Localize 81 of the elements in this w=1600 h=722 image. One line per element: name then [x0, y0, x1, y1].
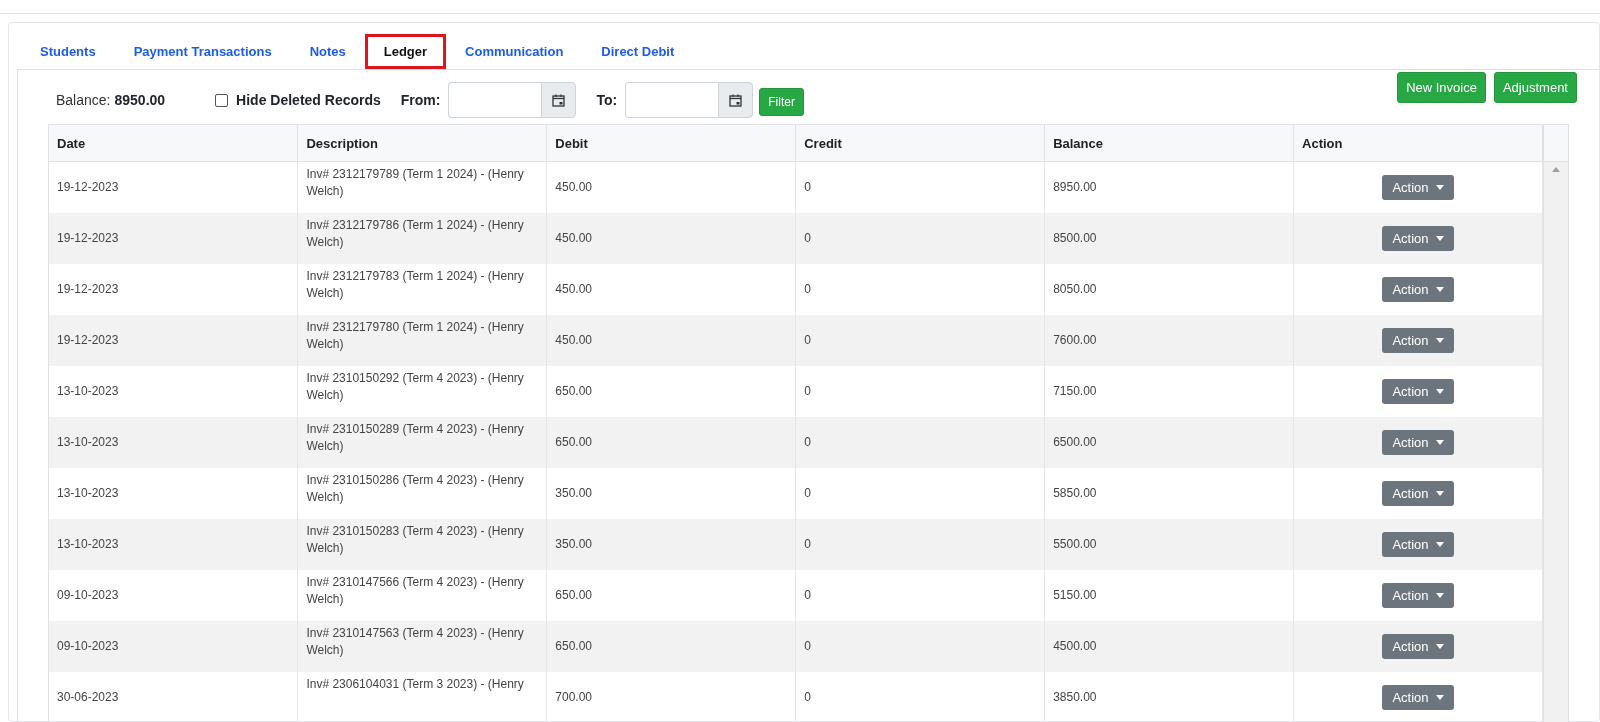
action-dropdown-button[interactable]: Action: [1382, 481, 1454, 506]
checkbox[interactable]: [215, 93, 229, 107]
table-cell: 8500.00: [1044, 213, 1294, 264]
action-dropdown-button[interactable]: Action: [1382, 685, 1454, 710]
table-cell: Inv# 2310147563 (Term 4 2023) - (Henry Welch): [297, 621, 547, 672]
scrollbar[interactable]: [1544, 162, 1568, 722]
table-cell: 30-06-2023: [49, 672, 298, 722]
tab[interactable]: Communication: [446, 34, 583, 69]
table-cell: Inv# 2312179780 (Term 1 2024) - (Henry Welch): [297, 315, 547, 366]
table-cell: 0: [795, 213, 1045, 264]
balance-value: 8950.00: [114, 92, 166, 108]
table-cell: 6500.00: [1044, 417, 1294, 468]
column-header: Action: [1293, 125, 1543, 162]
action-dropdown-button[interactable]: Action: [1382, 634, 1454, 659]
table-cell: 450.00: [546, 315, 796, 366]
tab[interactable]: Payment Transactions: [114, 34, 291, 69]
action-dropdown-button[interactable]: Action: [1382, 430, 1454, 455]
table-cell: Inv# 2306104031 (Term 3 2023) - (Henry: [297, 672, 547, 722]
action-dropdown-button[interactable]: Action: [1382, 379, 1454, 404]
toolbar-button[interactable]: New Invoice: [1397, 72, 1486, 103]
column-header: Balance: [1044, 125, 1294, 162]
calendar-icon: [729, 93, 743, 107]
caret-icon: [1435, 338, 1444, 343]
table-cell: 7600.00: [1044, 315, 1294, 366]
to-date-field[interactable]: [625, 82, 719, 118]
from-label: From:: [400, 92, 441, 108]
tab[interactable]: Notes: [290, 34, 365, 69]
calendar-button[interactable]: [718, 82, 754, 118]
table-cell: 650.00: [546, 417, 796, 468]
table-cell: Inv# 2312179786 (Term 1 2024) - (Henry Welch): [297, 213, 547, 264]
table-cell: 350.00: [546, 519, 796, 570]
from-date-field[interactable]: [448, 82, 542, 118]
caret-icon: [1435, 542, 1444, 547]
table-cell: 0: [795, 672, 1045, 722]
column-header: Description: [297, 125, 547, 162]
column-header: Credit: [795, 125, 1045, 162]
table-cell: 0: [795, 315, 1045, 366]
tab[interactable]: Students: [21, 34, 115, 69]
caret-icon: [1435, 236, 1444, 241]
caret-icon: [1435, 185, 1444, 190]
column-header: Date: [49, 125, 298, 162]
column-header: Debit: [546, 125, 796, 162]
table-cell: 450.00: [546, 213, 796, 264]
caret-icon: [1435, 593, 1444, 598]
balance-label: Balance:: [56, 92, 111, 108]
action-dropdown-button[interactable]: Action: [1382, 277, 1454, 302]
toolbar-button[interactable]: Adjustment: [1493, 72, 1577, 103]
table-cell: 09-10-2023: [49, 621, 298, 672]
caret-icon: [1435, 389, 1444, 394]
table-cell: 3850.00: [1044, 672, 1294, 722]
table-cell: Inv# 2310150283 (Term 4 2023) - (Henry Welch): [297, 519, 547, 570]
table-cell: 4500.00: [1044, 621, 1294, 672]
caret-icon: [1435, 491, 1444, 496]
table-cell: 0: [795, 519, 1045, 570]
table-cell: 650.00: [546, 621, 796, 672]
tab[interactable]: Ledger: [364, 34, 447, 69]
table-cell: 13-10-2023: [49, 417, 298, 468]
table-cell: 0: [795, 417, 1045, 468]
scroll-up-icon[interactable]: [1552, 167, 1560, 172]
to-label: To:: [596, 92, 618, 108]
caret-icon: [1435, 644, 1444, 649]
caret-icon: [1435, 287, 1444, 292]
action-dropdown-button[interactable]: Action: [1382, 532, 1454, 557]
action-dropdown-button[interactable]: Action: [1382, 226, 1454, 251]
table-cell: 5500.00: [1044, 519, 1294, 570]
calendar-button[interactable]: [541, 82, 577, 118]
table-cell: Inv# 2310150289 (Term 4 2023) - (Henry Welch): [297, 417, 547, 468]
checkbox-label: Hide Deleted Records: [236, 92, 381, 108]
table-cell: 13-10-2023: [49, 519, 298, 570]
action-dropdown-button[interactable]: Action: [1382, 328, 1454, 353]
table-cell: 19-12-2023: [49, 213, 298, 264]
caret-icon: [1435, 695, 1444, 700]
calendar-icon: [552, 93, 566, 107]
action-dropdown-button[interactable]: Action: [1382, 583, 1454, 608]
table-cell: 700.00: [546, 672, 796, 722]
action-dropdown-button[interactable]: Action: [1382, 175, 1454, 200]
table-cell: 19-12-2023: [49, 315, 298, 366]
caret-icon: [1435, 440, 1444, 445]
tab[interactable]: Direct Debit: [582, 34, 694, 69]
filter-button[interactable]: Filter: [759, 88, 804, 116]
table-cell: 0: [795, 621, 1045, 672]
